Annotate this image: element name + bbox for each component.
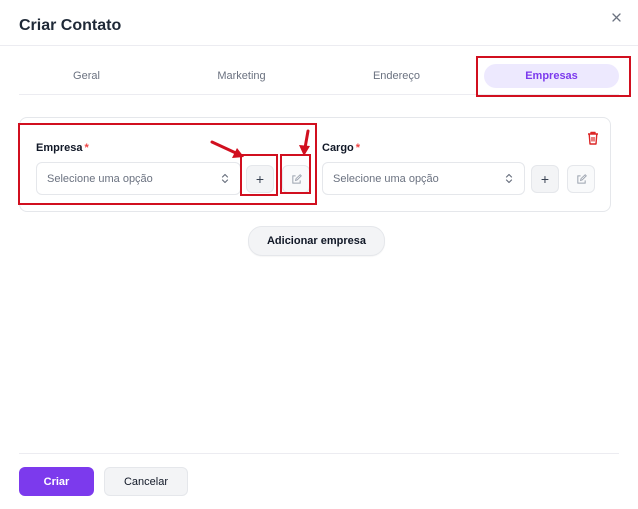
cargo-select-placeholder: Selecione uma opção [333,172,439,185]
add-company-button[interactable]: Adicionar empresa [248,226,385,256]
chevron-updown-icon [220,172,230,186]
close-icon[interactable] [607,8,625,26]
tab-endereco[interactable]: Endereço [329,64,464,88]
footer-divider [19,453,619,454]
create-button[interactable]: Criar [19,467,94,496]
trash-icon[interactable] [586,130,600,146]
cargo-label-text: Cargo [322,142,354,154]
edit-empresa-button[interactable] [282,165,310,193]
plus-icon: + [540,171,550,187]
required-mark: * [84,142,89,154]
add-cargo-button[interactable]: + [531,165,559,193]
header-divider [0,45,638,46]
empresa-label-text: Empresa [36,142,83,154]
empresa-select-placeholder: Selecione uma opção [47,172,153,185]
cancel-button[interactable]: Cancelar [104,467,188,496]
empresa-label: Empresa * [36,142,89,154]
cargo-label: Cargo * [322,142,360,154]
chevron-updown-icon [504,172,514,186]
empresa-select[interactable]: Selecione uma opção [36,162,241,195]
cargo-select[interactable]: Selecione uma opção [322,162,525,195]
tab-empresas[interactable]: Empresas [484,64,619,88]
tab-marketing[interactable]: Marketing [174,64,309,88]
company-card: Empresa * Selecione uma opção + Cargo * Se… [19,117,611,212]
plus-icon: + [255,171,265,187]
required-mark: * [355,142,361,154]
add-empresa-button[interactable]: + [246,165,274,193]
edit-cargo-button[interactable] [567,165,595,193]
dialog-title: Criar Contato [19,17,122,34]
create-contact-dialog: Criar Contato Geral Marketing Endereço E… [0,0,638,509]
edit-icon [291,173,302,184]
tab-bar: Geral Marketing Endereço Empresas [19,60,619,95]
edit-icon [576,173,587,184]
tab-geral[interactable]: Geral [19,64,154,88]
